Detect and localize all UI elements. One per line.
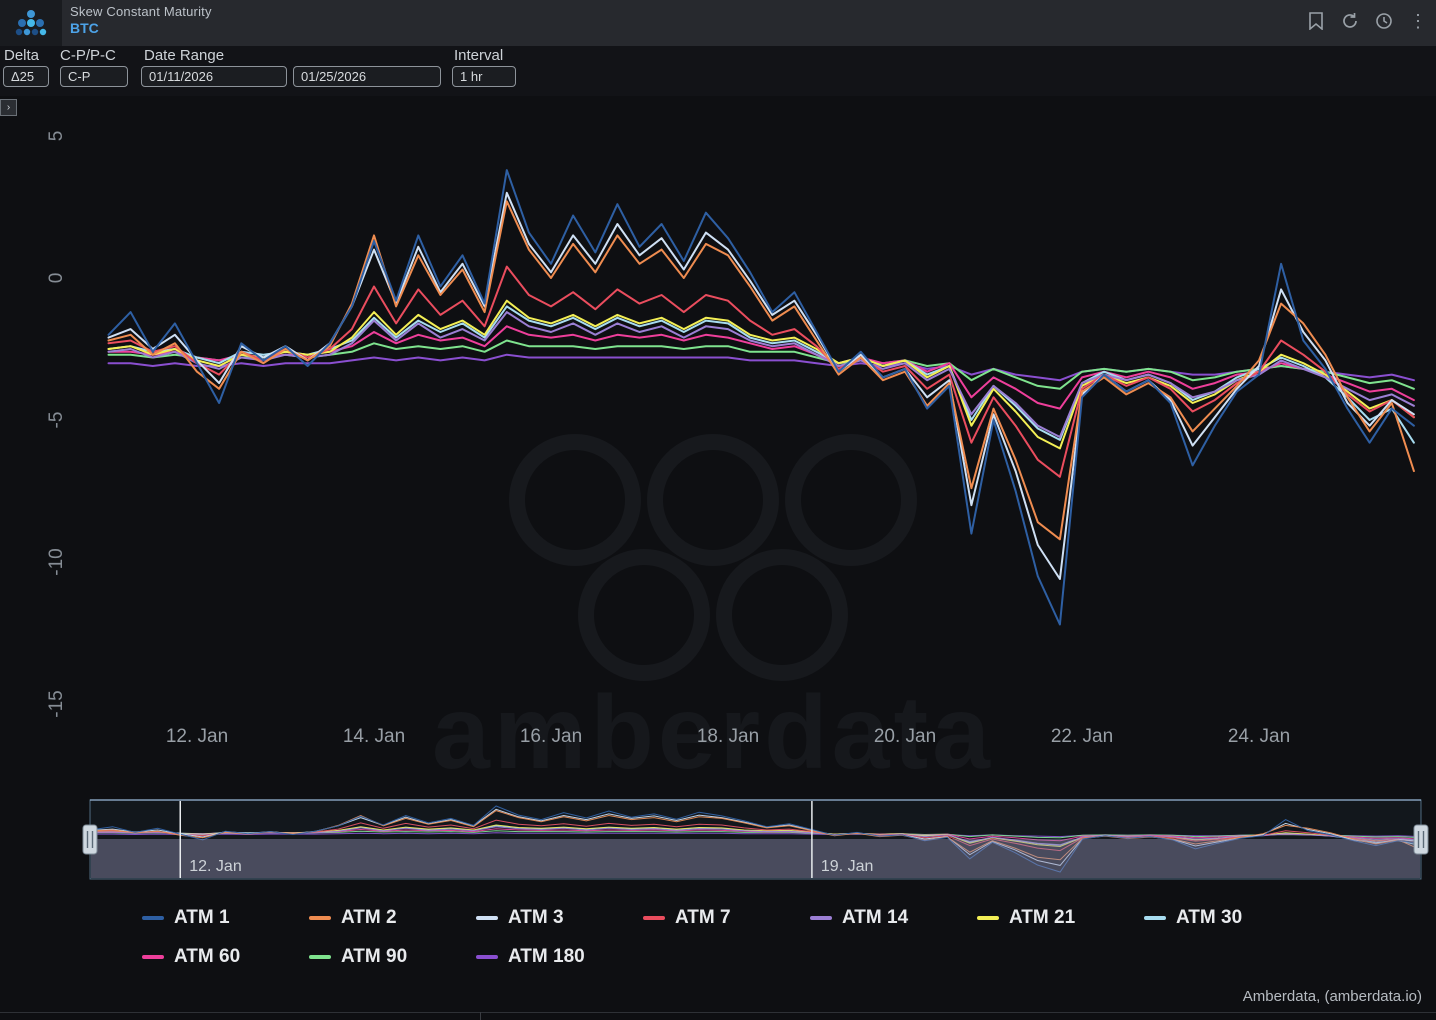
- navigator[interactable]: 12. Jan 19. Jan: [83, 800, 1428, 879]
- history-icon[interactable]: [1374, 10, 1394, 32]
- legend-label-atm-30: ATM 30: [1176, 907, 1242, 929]
- navigator-handle-right[interactable]: [1414, 825, 1428, 854]
- legend-label-atm-21: ATM 21: [1009, 907, 1075, 929]
- delta-label: Delta: [4, 47, 39, 64]
- bookmark-icon[interactable]: [1306, 10, 1326, 32]
- legend-marker-atm-90: [309, 955, 331, 959]
- legend-marker-atm-7: [643, 916, 665, 920]
- date-end-input[interactable]: 01/25/2026: [293, 66, 441, 87]
- x-axis-label: 24. Jan: [1228, 726, 1290, 747]
- legend-marker-atm-1: [142, 916, 164, 920]
- legend-marker-atm-21: [977, 916, 999, 920]
- page-title: Skew Constant Maturity: [70, 4, 212, 20]
- app-logo[interactable]: [0, 0, 62, 46]
- legend-marker-atm-2: [309, 916, 331, 920]
- legend-label-atm-180: ATM 180: [508, 946, 585, 968]
- legend-item-atm-21[interactable]: ATM 21: [977, 907, 1144, 929]
- legend-marker-atm-60: [142, 955, 164, 959]
- legend-item-atm-3[interactable]: ATM 3: [476, 907, 643, 929]
- legend-marker-atm-3: [476, 916, 498, 920]
- legend-item-atm-2[interactable]: ATM 2: [309, 907, 476, 929]
- legend-marker-atm-180: [476, 955, 498, 959]
- legend-item-atm-1[interactable]: ATM 1: [142, 907, 309, 929]
- controls-bar: Delta C-P/P-C Date Range Interval Δ25 C-…: [0, 46, 1436, 96]
- date-start-input[interactable]: 01/11/2026: [141, 66, 287, 87]
- legend-label-atm-14: ATM 14: [842, 907, 908, 929]
- bottom-divider: [0, 1012, 1436, 1013]
- x-axis-label: 14. Jan: [343, 726, 405, 747]
- x-axis-label: 22. Jan: [1051, 726, 1113, 747]
- y-axis-label: 5: [46, 131, 67, 142]
- header-bar: Skew Constant Maturity BTC ⋮: [0, 0, 1436, 46]
- legend-label-atm-1: ATM 1: [174, 907, 230, 929]
- amberdata-credit[interactable]: Amberdata, (amberdata.io): [1243, 988, 1422, 1005]
- bottom-divider-tick: [480, 1012, 481, 1020]
- interval-select[interactable]: 1 hr: [452, 66, 516, 87]
- skew-chart[interactable]: amberdata50-5-10-1512. Jan14. Jan16. Jan…: [0, 0, 1436, 1020]
- series-line-atm-2: [109, 201, 1414, 539]
- legend-marker-atm-30: [1144, 916, 1166, 920]
- interval-label: Interval: [454, 47, 503, 64]
- cp-select[interactable]: C-P: [60, 66, 128, 87]
- legend-label-atm-60: ATM 60: [174, 946, 240, 968]
- y-axis-label: -15: [46, 690, 67, 717]
- date-range-label: Date Range: [144, 47, 224, 64]
- legend-item-atm-180[interactable]: ATM 180: [476, 946, 643, 968]
- y-axis-label: -5: [46, 412, 67, 429]
- sidebar-expand-button[interactable]: ›: [0, 99, 17, 116]
- legend-item-atm-90[interactable]: ATM 90: [309, 946, 476, 968]
- navigator-axis-band: [91, 839, 1420, 878]
- cp-label: C-P/P-C: [60, 47, 116, 64]
- chart-legend: ATM 1 ATM 2 ATM 3 ATM 7 ATM 14 ATM 21 ATM 30 AT…: [142, 907, 1311, 968]
- legend-label-atm-3: ATM 3: [508, 907, 564, 929]
- refresh-icon[interactable]: [1340, 10, 1360, 32]
- legend-label-atm-90: ATM 90: [341, 946, 407, 968]
- x-axis-label: 18. Jan: [697, 726, 759, 747]
- kebab-menu-icon[interactable]: ⋮: [1408, 10, 1428, 32]
- legend-marker-atm-14: [810, 916, 832, 920]
- legend-label-atm-7: ATM 7: [675, 907, 731, 929]
- x-axis-label: 20. Jan: [874, 726, 936, 747]
- legend-item-atm-7[interactable]: ATM 7: [643, 907, 810, 929]
- navigator-date-label: 12. Jan: [189, 858, 241, 875]
- legend-item-atm-60[interactable]: ATM 60: [142, 946, 309, 968]
- x-axis-label: 12. Jan: [166, 726, 228, 747]
- symbol-label: BTC: [70, 20, 212, 38]
- amberdata-logo-icon: [14, 8, 48, 38]
- x-axis-label: 16. Jan: [520, 726, 582, 747]
- y-axis-label: -10: [46, 548, 67, 575]
- navigator-date-label: 19. Jan: [821, 858, 873, 875]
- legend-label-atm-2: ATM 2: [341, 907, 397, 929]
- y-axis-label: 0: [46, 273, 67, 284]
- navigator-handle-left[interactable]: [83, 825, 97, 854]
- delta-select[interactable]: Δ25: [3, 66, 49, 87]
- legend-item-atm-14[interactable]: ATM 14: [810, 907, 977, 929]
- legend-item-atm-30[interactable]: ATM 30: [1144, 907, 1311, 929]
